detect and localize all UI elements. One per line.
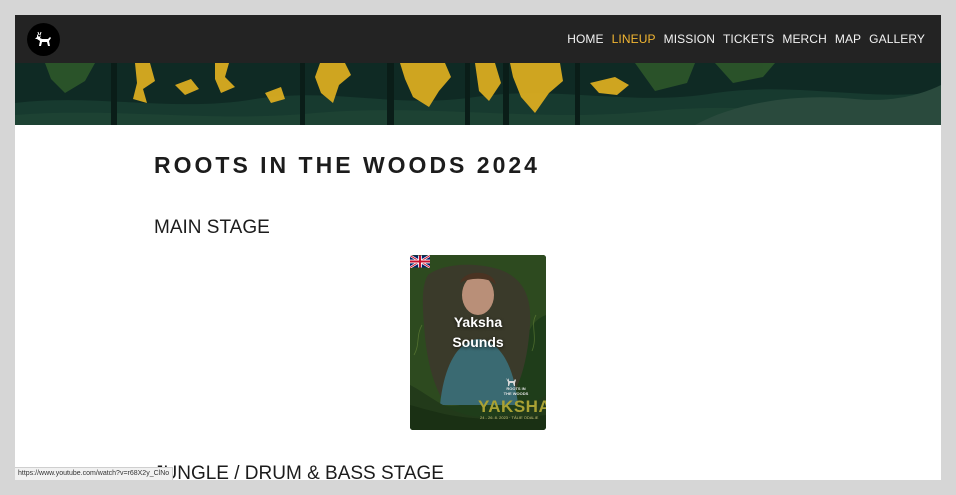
forest-illustration — [15, 63, 941, 125]
deer-logo-icon[interactable] — [27, 23, 60, 56]
main-nav: HOME LINEUP MISSION TICKETS MERCH MAP GA… — [559, 15, 925, 63]
nav-tickets[interactable]: TICKETS — [723, 32, 774, 46]
poster-artist-title: YAKSHA — [478, 397, 546, 416]
artist-card-yaksha-sounds[interactable]: Yaksha Sounds ROOTS IN THE WOODS YAKSHA … — [410, 255, 546, 430]
artist-name: Yaksha Sounds — [410, 312, 546, 352]
link-status-bar: https://www.youtube.com/watch?v=r68X2y_C… — [15, 467, 174, 480]
uk-flag-icon — [410, 255, 430, 268]
stage-heading-jungle: JUNGLE / DRUM & BASS STAGE — [154, 463, 444, 480]
stage-heading-main: MAIN STAGE — [154, 217, 270, 238]
nav-map[interactable]: MAP — [835, 32, 861, 46]
page-title: ROOTS IN THE WOODS 2024 — [154, 152, 540, 178]
forest-hero-banner — [15, 63, 941, 125]
artist-name-line2: Sounds — [452, 334, 504, 350]
artist-name-line1: Yaksha — [453, 314, 503, 330]
site-header: HOME LINEUP MISSION TICKETS MERCH MAP GA… — [15, 15, 941, 63]
poster-date: 24 - 26. 8. 2023 · TÁLIE ODALIE — [480, 415, 539, 420]
poster-brand-line2: THE WOODS — [503, 391, 529, 396]
nav-gallery[interactable]: GALLERY — [869, 32, 925, 46]
nav-home[interactable]: HOME — [567, 32, 603, 46]
nav-lineup[interactable]: LINEUP — [612, 32, 656, 46]
nav-mission[interactable]: MISSION — [664, 32, 715, 46]
browser-viewport: HOME LINEUP MISSION TICKETS MERCH MAP GA… — [15, 15, 941, 480]
poster-brand: ROOTS IN THE WOODS — [498, 386, 534, 396]
nav-merch[interactable]: MERCH — [782, 32, 827, 46]
